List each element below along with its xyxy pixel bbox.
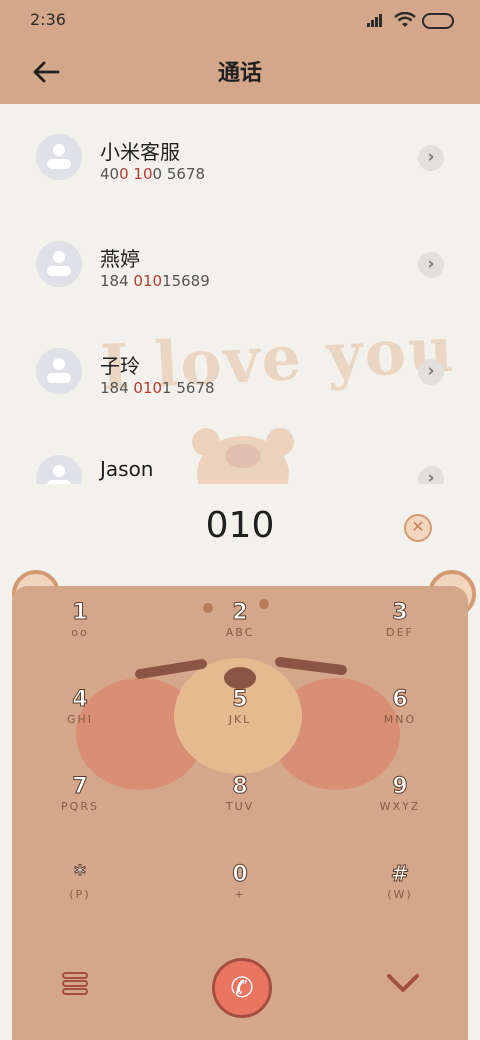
key-digit: 7 [72, 774, 88, 800]
avatar [36, 241, 82, 287]
key-digit: # [390, 862, 410, 888]
key-digit: 9 [392, 774, 408, 800]
chevron-right-icon[interactable]: › [418, 359, 444, 385]
contact-name: 燕婷 [100, 247, 140, 271]
contact-name: 子玲 [100, 354, 140, 378]
key-9[interactable]: 9 WXYZ [340, 774, 460, 844]
key-letters: TUV [225, 800, 255, 813]
wifi-icon [394, 12, 416, 27]
key-letters: ABC [225, 626, 255, 639]
key-digit: 4 [72, 687, 88, 713]
key-letters: DEF [386, 626, 414, 639]
contact-row[interactable]: 燕婷 184 01015689 › [0, 211, 480, 311]
key-3[interactable]: 3 DEF [340, 600, 460, 670]
key-digit: 2 [232, 600, 248, 626]
number-part: 1 5678 [162, 379, 215, 397]
key-4[interactable]: 4 GHI [20, 687, 140, 757]
contact-list[interactable]: I love you 小米客服 400 100 5678 › 燕婷 184 010156… [0, 104, 480, 484]
number-part: 184 [100, 272, 134, 290]
number-part: 40 [100, 165, 120, 183]
status-time: 2:36 [30, 10, 66, 29]
key-letters: (W) [387, 888, 413, 901]
phone-icon: ✆ [230, 971, 254, 1004]
key-letters: MNO [383, 713, 417, 726]
key-digit: 5 [232, 687, 248, 713]
number-match: 010 [133, 379, 163, 397]
number-part: 0 5678 [152, 165, 206, 183]
key-digit: * [74, 862, 87, 888]
status-bar: 2:36 [0, 0, 480, 40]
key-letters: GHI [66, 713, 94, 726]
clear-icon: ✕ [411, 517, 425, 536]
contact-row[interactable]: 小米客服 400 100 5678 › [0, 104, 480, 204]
key-hash[interactable]: # (W) [340, 862, 460, 932]
battery-icon [422, 13, 454, 29]
key-digit: 1 [72, 600, 88, 626]
avatar [36, 134, 82, 180]
key-letters: PQRS [61, 800, 99, 813]
key-digit: 6 [392, 687, 408, 713]
key-digit: 0 [232, 862, 248, 888]
key-5[interactable]: 5 JKL [180, 687, 300, 757]
avatar [36, 455, 82, 484]
number-part: 184 [100, 379, 134, 397]
key-letters: JKL [228, 713, 252, 726]
key-star[interactable]: * (P) [20, 862, 140, 932]
key-letters: + [234, 888, 246, 901]
chevron-right-icon[interactable]: › [418, 252, 444, 278]
chevron-right-icon[interactable]: › [418, 145, 444, 171]
contact-row[interactable]: 子玲 184 0101 5678 › [0, 318, 480, 418]
contact-row[interactable]: Jason › [0, 425, 480, 484]
key-1[interactable]: 1 oo [20, 600, 140, 670]
contact-number: 184 01015689 [100, 272, 210, 290]
key-digit: 3 [392, 600, 408, 626]
contact-number: 400 100 5678 [100, 165, 205, 183]
call-button[interactable]: ✆ [212, 958, 272, 1018]
keypad: 1 oo 2 ABC 3 DEF 4 GHI 5 JKL 6 MNO 7 PQRS 8 TUV 9 WXYZ * (P… [12, 586, 468, 1040]
menu-icon[interactable] [62, 971, 88, 997]
key-digit: 8 [232, 774, 248, 800]
avatar [36, 348, 82, 394]
key-2[interactable]: 2 ABC [180, 600, 300, 670]
key-letters: (P) [69, 888, 91, 901]
number-match: 10 [133, 165, 153, 183]
number-match: 010 [133, 272, 163, 290]
key-letters: oo [71, 626, 89, 639]
key-0[interactable]: 0 + [180, 862, 300, 932]
number-part: 15689 [162, 272, 210, 290]
contact-name: Jason [100, 457, 154, 481]
clear-button[interactable]: ✕ [404, 514, 432, 542]
contact-number: 184 0101 5678 [100, 379, 215, 397]
number-match: 0 [119, 165, 129, 183]
contact-name: 小米客服 [100, 140, 180, 164]
key-7[interactable]: 7 PQRS [20, 774, 140, 844]
collapse-keypad-icon[interactable] [386, 970, 420, 996]
app-header: 通话 [0, 40, 480, 104]
key-letters: WXYZ [379, 800, 421, 813]
chevron-right-icon[interactable]: › [418, 466, 444, 484]
signal-icon [367, 14, 382, 27]
key-6[interactable]: 6 MNO [340, 687, 460, 757]
key-8[interactable]: 8 TUV [180, 774, 300, 844]
page-title: 通话 [217, 61, 262, 86]
